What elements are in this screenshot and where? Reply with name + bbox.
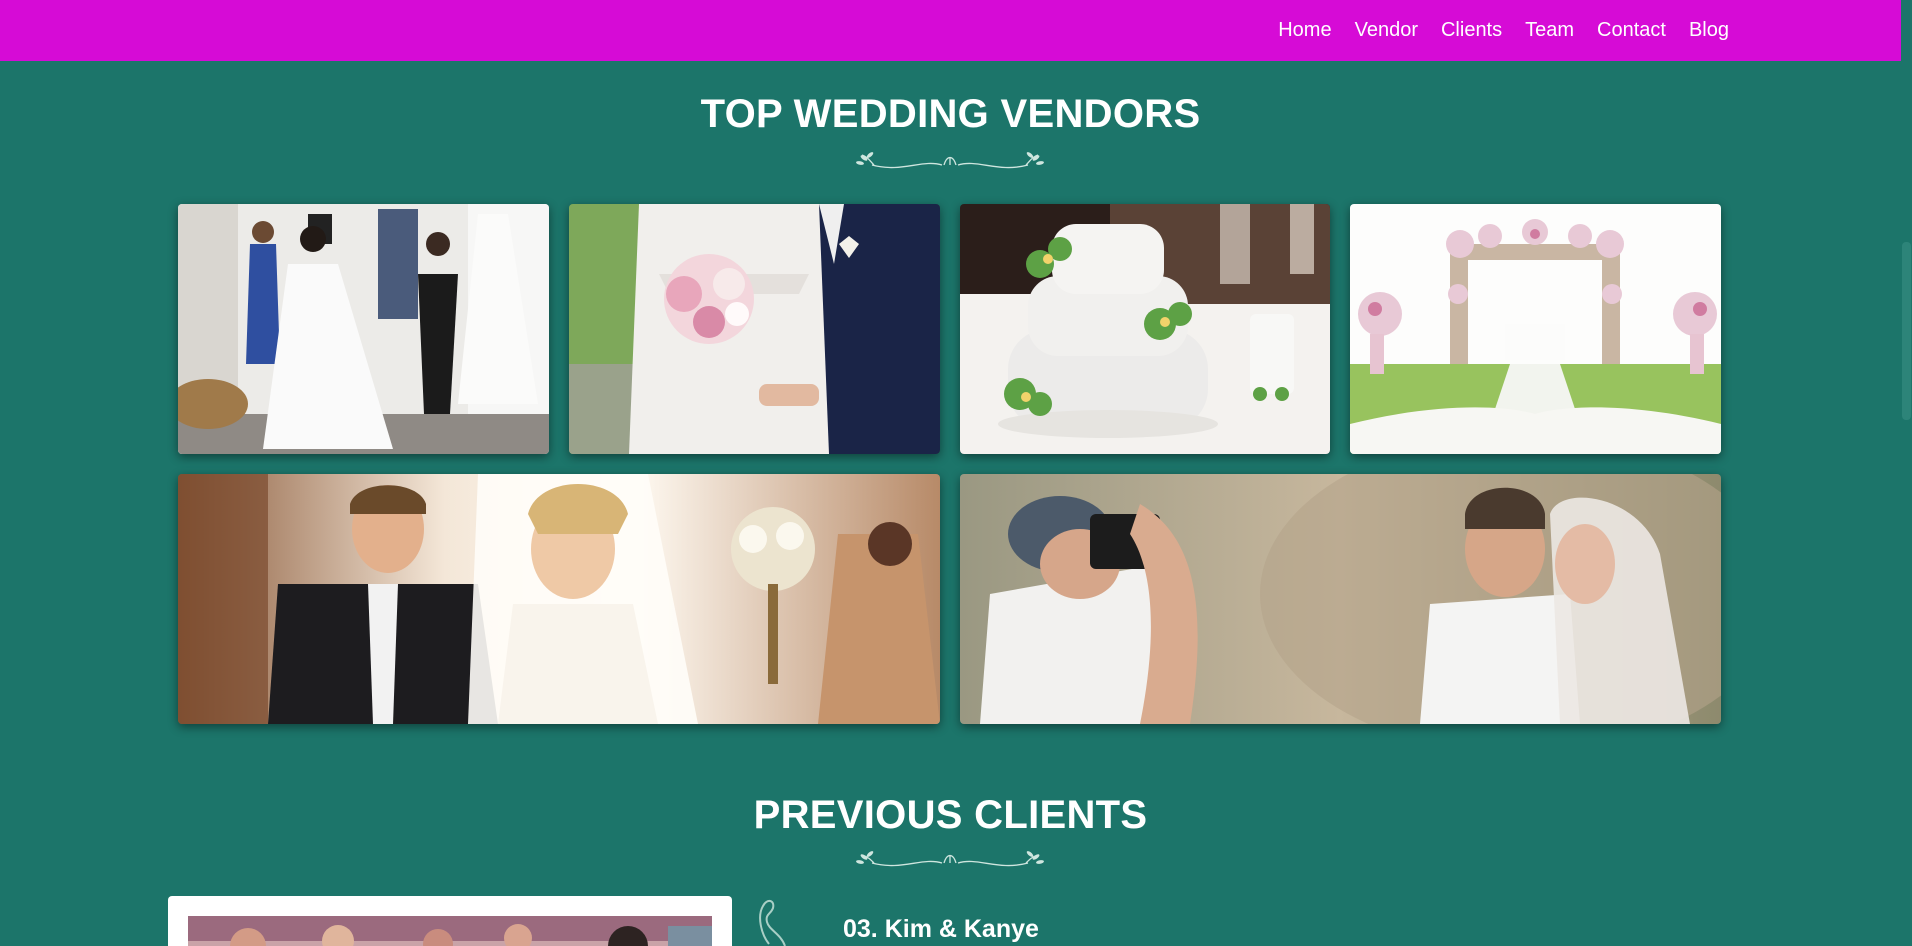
page-scrollbar[interactable] xyxy=(1901,0,1912,946)
floral-arch-venue-photo[interactable] xyxy=(1350,204,1721,454)
nav-link-home[interactable]: Home xyxy=(1278,19,1331,42)
photographer-couple-photo[interactable] xyxy=(960,474,1721,724)
ornament-divider-icon xyxy=(856,851,1044,867)
top-navbar: Home Vendor Clients Team Contact Blog xyxy=(0,0,1901,61)
vendors-section-title: TOP WEDDING VENDORS xyxy=(700,92,1201,136)
wedding-cake-photo[interactable] xyxy=(960,204,1330,454)
scrollbar-thumb[interactable] xyxy=(1902,242,1911,420)
nav-links: Home Vendor Clients Team Contact Blog xyxy=(1255,0,1729,61)
ornament-divider-icon xyxy=(856,152,1044,169)
bridal-dress-fitting-photo[interactable] xyxy=(178,204,549,454)
nav-link-blog[interactable]: Blog xyxy=(1689,19,1729,42)
nav-link-clients[interactable]: Clients xyxy=(1441,19,1502,42)
nav-link-team[interactable]: Team xyxy=(1525,19,1574,42)
clients-section-title: PREVIOUS CLIENTS xyxy=(753,793,1148,837)
bride-groom-bouquet-photo[interactable] xyxy=(569,204,940,454)
nav-link-vendor[interactable]: Vendor xyxy=(1355,19,1418,42)
nav-link-contact[interactable]: Contact xyxy=(1597,19,1666,42)
timeline-swirl-icon xyxy=(759,900,786,946)
client-entry-title: 03. Kim & Kanye xyxy=(843,915,1039,943)
client-photo-card[interactable] xyxy=(168,896,732,946)
couple-celebration-photo[interactable] xyxy=(178,474,940,724)
client-photo xyxy=(188,916,712,946)
page: Home Vendor Clients Team Contact Blog TO… xyxy=(0,0,1912,946)
